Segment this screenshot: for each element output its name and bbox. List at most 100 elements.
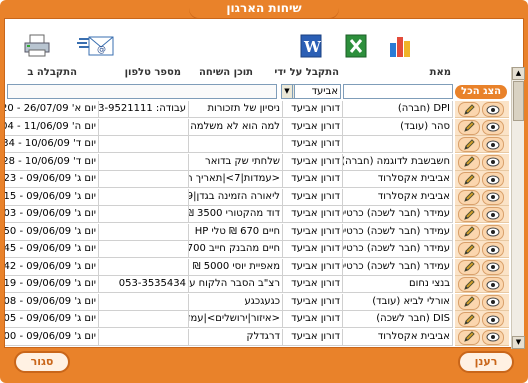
cell-receiver: דורון אביעד <box>283 118 343 136</box>
cell-phone <box>99 118 189 136</box>
column-header-received[interactable]: התקבלה ב <box>7 67 77 83</box>
table-row[interactable]: עמידר (חבר לשכה) כרטיס 3דורון אביעדחיים … <box>5 223 509 241</box>
eye-icon[interactable] <box>482 329 504 345</box>
pencil-icon[interactable] <box>458 277 480 292</box>
eye-icon[interactable] <box>482 154 504 170</box>
cell-phone <box>99 328 189 346</box>
pencil-icon[interactable] <box>458 137 480 152</box>
scroll-up-icon[interactable]: ▲ <box>512 67 525 80</box>
eye-icon[interactable] <box>482 277 504 292</box>
table-row[interactable]: עמידר (חבר לשכה) כרטיס 3דורון אביעדדוד מ… <box>5 206 509 223</box>
pencil-icon[interactable] <box>458 154 480 170</box>
eye-icon[interactable] <box>482 242 504 257</box>
cell-content: חיים 670 ₪ טלי HP <box>189 223 283 241</box>
refresh-button[interactable]: רענן <box>458 351 514 373</box>
column-header-phone[interactable]: מספר טלפון <box>99 67 181 83</box>
table-row[interactable]: אורלי לביא (עובד) דורון אביעד כגעגכגע יום ג… <box>5 293 509 311</box>
content-filter-dropdown[interactable]: ▼ <box>281 84 293 99</box>
email-icon[interactable]: @ <box>77 33 115 59</box>
pencil-icon[interactable] <box>458 224 480 240</box>
column-header-receiver[interactable]: התקבל על ידי <box>255 67 339 83</box>
row-actions <box>455 328 509 346</box>
cell-phone <box>99 136 189 153</box>
row-actions <box>455 223 509 241</box>
cell-phone <box>99 206 189 223</box>
column-header-from[interactable]: מאת <box>411 67 451 83</box>
pencil-icon[interactable] <box>458 207 480 222</box>
pencil-icon[interactable] <box>458 259 480 275</box>
table-row[interactable]: עמידר (חבר לשכה) כרטיס 3דורון אביעדחיים … <box>5 241 509 258</box>
receiver-filter-value: אביעד <box>311 86 338 97</box>
cell-content: רצ"ב הסבר הלקוח על <box>189 276 283 293</box>
pencil-icon[interactable] <box>458 172 480 187</box>
cell-receiver: דורון אביעד <box>283 223 343 241</box>
table-row[interactable]: DPI (חברה) דורון אביעד ניסיון של תזכורות עב… <box>5 101 509 118</box>
cell-received: יום ג' 09/06/09 - 05 <box>5 311 99 328</box>
cell-content: שלחתי שק בדואר <box>189 153 283 171</box>
pencil-icon[interactable] <box>458 242 480 257</box>
cell-receiver: דורון אביעד <box>283 188 343 206</box>
column-header-content[interactable]: תוכן השיחה <box>185 67 253 83</box>
pencil-icon[interactable] <box>458 294 480 310</box>
table-row[interactable]: חשבשבת לדוגמה (חברה) דורון אביעד שלחתי שק … <box>5 153 509 171</box>
eye-icon[interactable] <box>482 294 504 310</box>
pencil-icon[interactable] <box>458 189 480 205</box>
cell-content: למה הוא לא משלמה <box>189 118 283 136</box>
cell-receiver: דורון אביעד <box>283 276 343 293</box>
scroll-down-icon[interactable]: ▼ <box>512 336 525 349</box>
eye-icon[interactable] <box>482 259 504 275</box>
table-row[interactable]: דורון אביעד יום ד' 10/06/09 - 34 <box>5 136 509 153</box>
cell-received: יום ג' 09/06/09 - 08 <box>5 293 99 311</box>
row-actions <box>455 241 509 258</box>
cell-from: חשבשבת לדוגמה (חברה) <box>343 153 453 171</box>
eye-icon[interactable] <box>482 102 504 117</box>
row-actions <box>455 206 509 223</box>
other-filters <box>7 84 277 99</box>
cell-received: יום ג' 09/06/09 - 03 <box>5 206 99 223</box>
cell-phone: 053-3535434 <box>99 276 189 293</box>
table-row[interactable]: סהר (עובד) דורון אביעד למה הוא לא משלמה יום… <box>5 118 509 136</box>
row-actions <box>455 118 509 136</box>
pencil-icon[interactable] <box>458 119 480 135</box>
eye-icon[interactable] <box>482 189 504 205</box>
table-row[interactable]: אביבית אקסלרוד דורון אביעד ליאורה הזמינה ב… <box>5 188 509 206</box>
eye-icon[interactable] <box>482 172 504 187</box>
table-row[interactable]: אביבית אקסלרוד דורון אביעד דרגדלק יום ג' 09… <box>5 328 509 346</box>
table-row[interactable]: אביבית אקסלרוד דורון אביעד <עמדות|7>|תאריך… <box>5 171 509 188</box>
table-row[interactable]: עמידר (חבר לשכה) כרטיס 3דורון אביעדמאפיי… <box>5 258 509 276</box>
cell-content: ליאורה הזמינה בגדן|9 <box>189 188 283 206</box>
cell-receiver: דורון אביעד <box>283 258 343 276</box>
cell-phone: עבודה: 03-9521111 <box>99 101 189 118</box>
scrollbar-thumb[interactable] <box>513 81 524 121</box>
chevron-down-icon[interactable]: ▼ <box>282 85 293 98</box>
eye-icon[interactable] <box>482 312 504 327</box>
printer-icon[interactable] <box>23 33 51 59</box>
cell-receiver: דורון אביעד <box>283 293 343 311</box>
excel-icon[interactable] <box>342 33 370 59</box>
pencil-icon[interactable] <box>458 329 480 345</box>
cell-phone <box>99 241 189 258</box>
eye-icon[interactable] <box>482 224 504 240</box>
eye-icon[interactable] <box>482 207 504 222</box>
show-all-button[interactable]: הצג הכל <box>455 85 507 99</box>
cell-phone <box>99 153 189 171</box>
from-filter-input[interactable] <box>343 84 453 99</box>
row-actions <box>455 136 509 153</box>
cell-received: יום ד' 10/06/09 - 28 <box>5 153 99 171</box>
eye-icon[interactable] <box>482 137 504 152</box>
cell-from: עמידר (חבר לשכה) כרטיס 3 <box>343 223 453 241</box>
word-icon[interactable]: W <box>297 33 325 59</box>
cell-received: יום ג' 09/06/09 - 00 <box>5 328 99 346</box>
cell-receiver: דורון אביעד <box>283 311 343 328</box>
chart-icon[interactable] <box>387 33 415 59</box>
cell-phone <box>99 171 189 188</box>
title-bar: שיחות הארגון <box>0 0 528 18</box>
table-row[interactable]: בנצי נחום דורון אביעד רצ"ב הסבר הלקוח על 05… <box>5 276 509 293</box>
cell-phone <box>99 188 189 206</box>
eye-icon[interactable] <box>482 119 504 135</box>
close-button[interactable]: סגור <box>14 351 70 373</box>
vertical-scrollbar[interactable]: ▲ ▼ <box>511 67 525 349</box>
table-row[interactable]: DIS (חבר לשכה) דורון אביעד <איזור|ירושלים>… <box>5 311 509 328</box>
pencil-icon[interactable] <box>458 312 480 327</box>
pencil-icon[interactable] <box>458 102 480 117</box>
